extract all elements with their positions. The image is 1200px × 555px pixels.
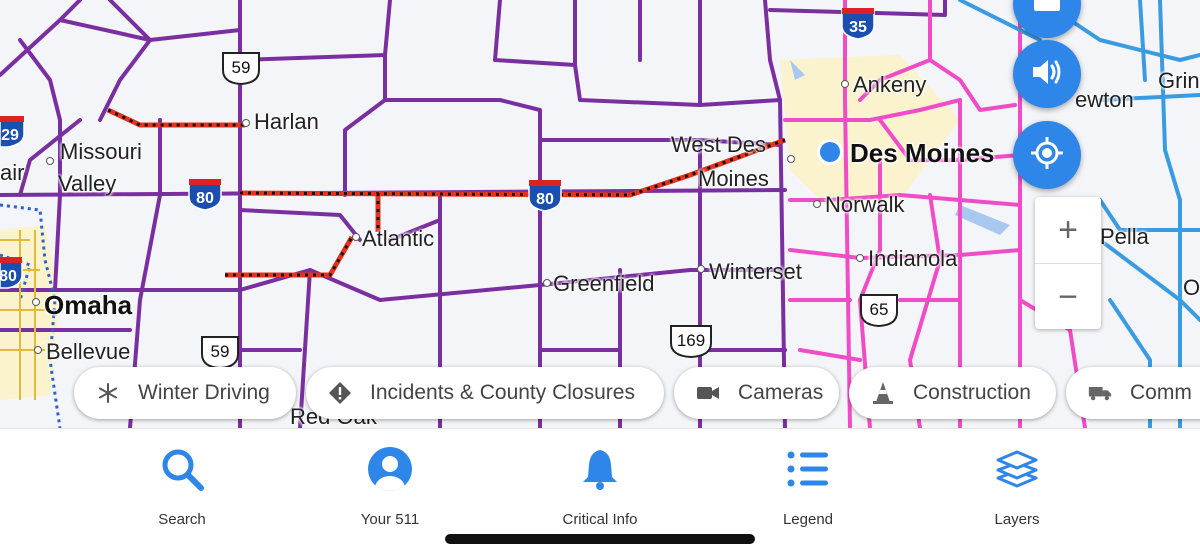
- omaha-dot: [32, 298, 40, 306]
- speaker-icon: [1030, 57, 1064, 92]
- i-80-shield-east: 80: [527, 178, 563, 217]
- winterset-dot: [697, 265, 705, 273]
- tab-layers[interactable]: Layers: [947, 447, 1087, 528]
- bellevue-dot: [34, 346, 42, 354]
- svg-text:35: 35: [849, 19, 867, 36]
- city-bellevue: Bellevue: [46, 339, 131, 364]
- tab-critical-info[interactable]: Critical Info: [530, 447, 670, 528]
- city-moines-west: Moines: [698, 166, 769, 191]
- card-icon: [1032, 0, 1062, 18]
- west-des-moines-dot: [787, 155, 795, 163]
- locate-me-button[interactable]: [1013, 121, 1081, 189]
- sound-button[interactable]: [1013, 40, 1081, 108]
- filter-label: Cameras: [738, 381, 824, 404]
- tab-label: Legend: [782, 511, 834, 528]
- truck-icon: [1088, 381, 1112, 405]
- warning-icon: [328, 381, 352, 405]
- filter-label: Incidents & County Closures: [370, 381, 635, 404]
- us-169-shield: 169: [668, 323, 714, 364]
- svg-text:169: 169: [677, 331, 705, 350]
- svg-text:80: 80: [196, 190, 214, 207]
- zoom-in-button[interactable]: +: [1035, 197, 1101, 264]
- norwalk-dot: [813, 200, 821, 208]
- city-omaha: Omaha: [44, 290, 133, 320]
- city-ankeny: Ankeny: [853, 72, 927, 97]
- crosshair-icon: [1030, 136, 1064, 175]
- svg-text:65: 65: [870, 300, 889, 319]
- user-icon: [367, 446, 413, 497]
- city-valley: Valley: [58, 171, 117, 196]
- missouri-valley-dot: [46, 157, 54, 165]
- i-35-shield: 35: [840, 6, 876, 45]
- city-winterset: Winterset: [709, 259, 802, 284]
- layers-icon: [995, 447, 1039, 496]
- zoom-control: + −: [1035, 197, 1101, 329]
- snowflake-icon: [96, 381, 120, 405]
- greenfield-dot: [543, 279, 551, 287]
- city-edge-o: O: [1183, 275, 1200, 300]
- bell-icon: [580, 447, 620, 496]
- city-newton: ewton: [1075, 87, 1134, 112]
- tab-label: Layers: [994, 511, 1040, 528]
- i-80-shield-west: 80: [187, 177, 223, 216]
- city-norwalk: Norwalk: [825, 192, 905, 217]
- filter-winter-driving[interactable]: Winter Driving: [74, 367, 296, 419]
- city-indianola: Indianola: [868, 246, 958, 271]
- city-greenfield: Greenfield: [553, 271, 655, 296]
- filter-label: Construction: [913, 381, 1031, 404]
- list-icon: [786, 449, 830, 494]
- city-edge-air: air: [0, 160, 25, 185]
- svg-text:80: 80: [536, 191, 554, 208]
- filter-incidents[interactable]: Incidents & County Closures: [306, 367, 664, 419]
- search-icon: [158, 445, 206, 498]
- map-canvas[interactable]: Harlan Missouri Valley Atlantic Omaha Be…: [0, 0, 1200, 428]
- us-59-shield-top: 59: [220, 50, 262, 91]
- svg-text:59: 59: [211, 342, 230, 361]
- city-harlan: Harlan: [254, 109, 319, 134]
- tab-legend[interactable]: Legend: [738, 447, 878, 528]
- city-pella: Pella: [1100, 224, 1149, 249]
- city-atlantic: Atlantic: [362, 226, 435, 251]
- filter-label: Winter Driving: [138, 381, 270, 404]
- home-indicator: [445, 534, 755, 544]
- us-65-shield: 65: [858, 292, 900, 333]
- filter-construction[interactable]: Construction: [849, 367, 1056, 419]
- svg-text:29: 29: [1, 127, 19, 144]
- i-80-shield-edge: 80: [0, 255, 24, 294]
- filter-label: Comm: [1130, 381, 1192, 404]
- city-missouri: Missouri: [60, 139, 142, 164]
- svg-text:80: 80: [0, 268, 17, 285]
- zoom-out-button[interactable]: −: [1035, 264, 1101, 330]
- atlantic-dot: [352, 233, 360, 241]
- city-des-moines: Des Moines: [850, 138, 995, 168]
- tab-label: Your 511: [360, 511, 420, 528]
- camera-icon: [696, 381, 720, 405]
- city-west-des: West Des: [671, 132, 766, 157]
- tab-label: Search: [158, 511, 206, 528]
- indianola-dot: [856, 254, 864, 262]
- cone-icon: [871, 381, 895, 405]
- svg-text:59: 59: [232, 58, 251, 77]
- bottom-tab-bar: Search Your 511 Critical Info Legend Lay…: [0, 428, 1200, 555]
- ankeny-dot: [841, 80, 849, 88]
- tab-your-511[interactable]: Your 511: [320, 446, 460, 528]
- i-29-shield: 29: [0, 114, 26, 153]
- city-grinnell: Grin: [1158, 68, 1200, 93]
- tab-label: Critical Info: [562, 511, 638, 528]
- harlan-dot: [242, 119, 250, 127]
- filter-cameras[interactable]: Cameras: [674, 367, 839, 419]
- filter-commercial[interactable]: Comm: [1066, 367, 1200, 419]
- tab-search[interactable]: Search: [112, 447, 252, 528]
